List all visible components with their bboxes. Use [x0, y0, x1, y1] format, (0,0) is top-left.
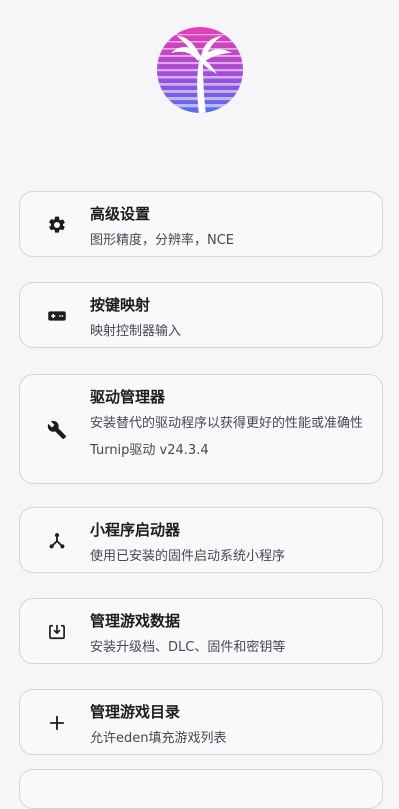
manage-game-data-card[interactable]: 管理游戏数据 安装升级档、DLC、固件和密钥等	[19, 598, 383, 664]
input-mapping-title: 按键映射	[90, 296, 151, 314]
applet-launcher-icon	[49, 533, 65, 549]
applet-launcher-title: 小程序启动器	[90, 521, 181, 539]
advanced-settings-card[interactable]: 高级设置 图形精度，分辨率，NCE	[19, 191, 383, 257]
palm-tree-sunset-logo	[157, 27, 243, 113]
driver-manager-description: 安装替代的驱动程序以获得更好的性能或准确性	[90, 416, 364, 431]
manage-game-data-description: 安装升级档、DLC、固件和密钥等	[90, 640, 286, 655]
input-mapping-card[interactable]: 按键映射 映射控制器输入	[19, 282, 383, 348]
manage-game-directory-card[interactable]: 管理游戏目录 允许eden填充游戏列表	[19, 689, 383, 755]
plus-icon	[49, 715, 65, 731]
applet-launcher-card[interactable]: 小程序启动器 使用已安装的固件启动系统小程序	[19, 507, 383, 573]
driver-manager-version: Turnip驱动 v24.3.4	[90, 443, 209, 458]
advanced-settings-description: 图形精度，分辨率，NCE	[90, 233, 235, 248]
advanced-settings-title: 高级设置	[90, 205, 151, 223]
applet-launcher-description: 使用已安装的固件启动系统小程序	[90, 549, 286, 564]
input-mapping-description: 映射控制器输入	[90, 324, 182, 339]
manage-game-directory-title: 管理游戏目录	[90, 703, 181, 721]
gamepad-icon	[48, 311, 66, 321]
manage-game-data-title: 管理游戏数据	[90, 612, 181, 630]
partial-bottom-card[interactable]	[19, 769, 383, 809]
gear-icon	[49, 216, 65, 233]
driver-manager-card[interactable]: 驱动管理器 安装替代的驱动程序以获得更好的性能或准确性 Turnip驱动 v24…	[19, 374, 383, 484]
driver-manager-title: 驱动管理器	[90, 388, 166, 406]
download-box-icon	[49, 624, 65, 640]
wrench-icon	[47, 420, 67, 440]
manage-game-directory-description: 允许eden填充游戏列表	[90, 731, 227, 746]
